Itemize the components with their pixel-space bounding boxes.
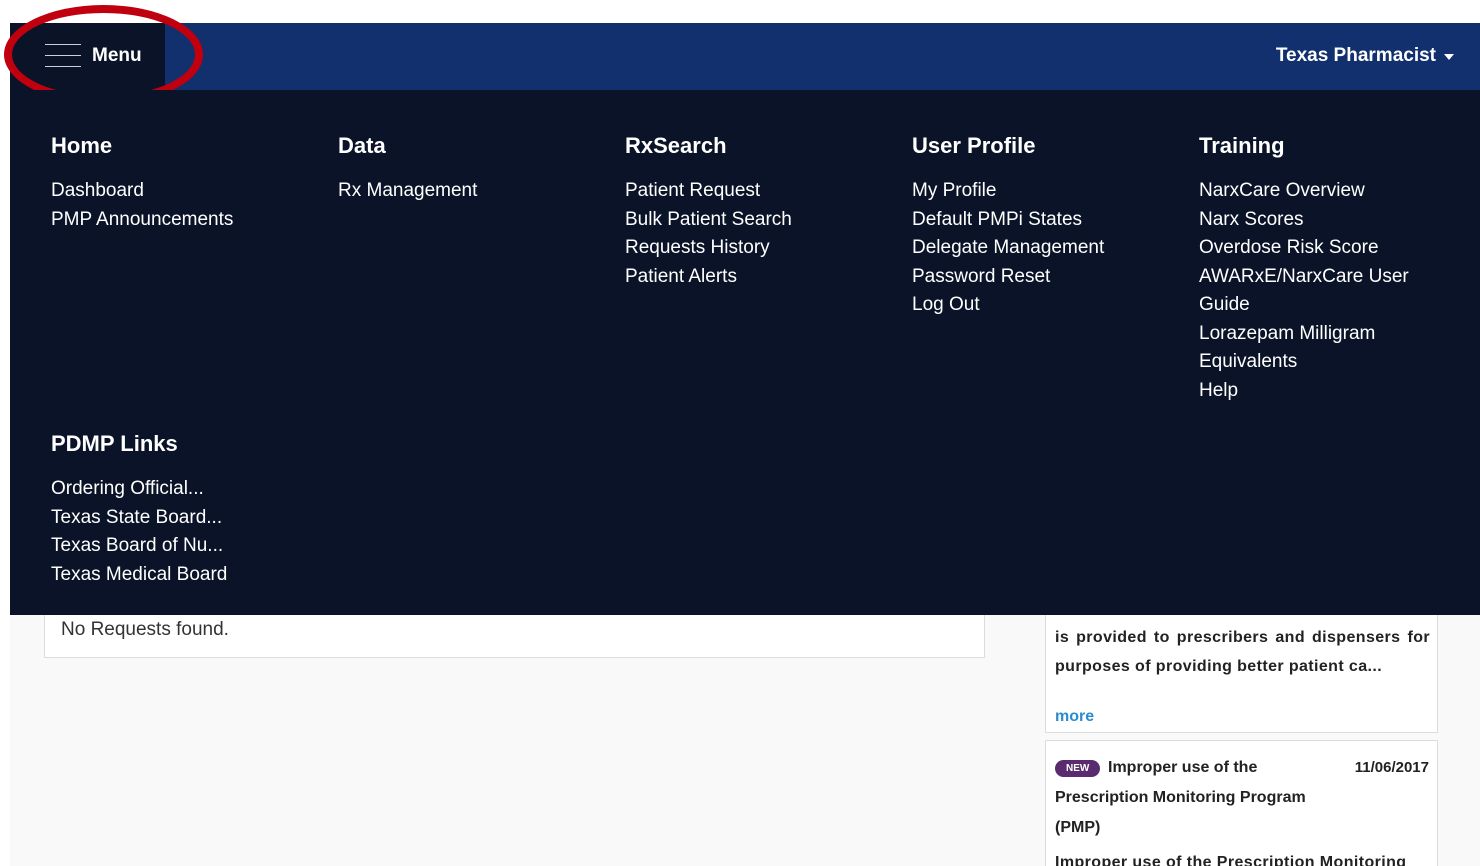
section-title: RxSearch bbox=[625, 133, 727, 158]
menu-item-patient-request[interactable]: Patient Request bbox=[625, 177, 895, 206]
menu-item-default-pmpi-states[interactable]: Default PMPi States bbox=[912, 206, 1182, 235]
menu-section-training: Training NarxCare Overview Narx Scores O… bbox=[1199, 132, 1469, 405]
no-requests-message: No Requests found. bbox=[61, 619, 229, 640]
announcement-date: 11/06/2017 bbox=[1354, 759, 1429, 776]
hamburger-icon bbox=[45, 43, 81, 69]
menu-item-log-out[interactable]: Log Out bbox=[912, 291, 1182, 320]
top-navbar: Menu Texas Pharmacist bbox=[10, 23, 1480, 90]
menu-label: Menu bbox=[92, 45, 142, 66]
section-title: Training bbox=[1199, 133, 1285, 158]
menu-button[interactable]: Menu bbox=[10, 23, 165, 90]
menu-item-help[interactable]: Help bbox=[1199, 377, 1429, 406]
section-title: Home bbox=[51, 133, 113, 158]
menu-item-narxcare-overview[interactable]: NarxCare Overview bbox=[1199, 177, 1429, 206]
section-title: User Profile bbox=[912, 133, 1036, 158]
menu-section-home: Home Dashboard PMP Announcements bbox=[51, 132, 321, 234]
main-menu-dropdown: Home Dashboard PMP Announcements Data Rx… bbox=[10, 90, 1480, 615]
menu-item-dashboard[interactable]: Dashboard bbox=[51, 177, 321, 206]
announcement-title[interactable]: Improper use of the Prescription Monitor… bbox=[1055, 753, 1345, 843]
menu-item-ordering-official[interactable]: Ordering Official... bbox=[51, 475, 321, 504]
menu-item-pmp-announcements[interactable]: PMP Announcements bbox=[51, 206, 321, 235]
menu-item-my-profile[interactable]: My Profile bbox=[912, 177, 1182, 206]
app-window: No Requests found. is provided to prescr… bbox=[10, 23, 1480, 866]
menu-item-bulk-patient-search[interactable]: Bulk Patient Search bbox=[625, 206, 895, 235]
menu-item-delegate-management[interactable]: Delegate Management bbox=[912, 234, 1182, 263]
user-name: Texas Pharmacist bbox=[1275, 45, 1436, 66]
menu-item-patient-alerts[interactable]: Patient Alerts bbox=[625, 263, 895, 292]
menu-section-pdmp-links: PDMP Links Ordering Official... Texas St… bbox=[51, 430, 321, 589]
menu-section-user-profile: User Profile My Profile Default PMPi Sta… bbox=[912, 132, 1182, 320]
menu-section-rxsearch: RxSearch Patient Request Bulk Patient Se… bbox=[625, 132, 895, 291]
announcement-excerpt: Improper use of the Prescription Monitor… bbox=[1055, 854, 1407, 866]
announcement-excerpt: is provided to prescribers and dispenser… bbox=[1055, 629, 1430, 675]
menu-item-user-guide[interactable]: AWARxE/NarxCare User Guide bbox=[1199, 263, 1429, 320]
menu-item-requests-history[interactable]: Requests History bbox=[625, 234, 895, 263]
menu-item-texas-board-of-nursing[interactable]: Texas Board of Nu... bbox=[51, 532, 321, 561]
menu-item-rx-management[interactable]: Rx Management bbox=[338, 177, 608, 206]
menu-item-overdose-risk-score[interactable]: Overdose Risk Score bbox=[1199, 234, 1429, 263]
menu-section-data: Data Rx Management bbox=[338, 132, 608, 206]
announcement-card: NEW Improper use of the Prescription Mon… bbox=[1045, 740, 1438, 866]
menu-item-texas-state-board[interactable]: Texas State Board... bbox=[51, 504, 321, 533]
section-title: Data bbox=[338, 133, 386, 158]
menu-item-texas-medical-board[interactable]: Texas Medical Board bbox=[51, 561, 321, 590]
user-menu[interactable]: Texas Pharmacist bbox=[1276, 45, 1454, 67]
caret-down-icon bbox=[1444, 54, 1454, 60]
menu-item-password-reset[interactable]: Password Reset bbox=[912, 263, 1182, 292]
more-link[interactable]: more bbox=[1055, 708, 1094, 726]
section-title: PDMP Links bbox=[51, 431, 178, 456]
menu-item-narx-scores[interactable]: Narx Scores bbox=[1199, 206, 1429, 235]
menu-item-lorazepam-equivalents[interactable]: Lorazepam Milligram Equivalents bbox=[1199, 320, 1429, 377]
